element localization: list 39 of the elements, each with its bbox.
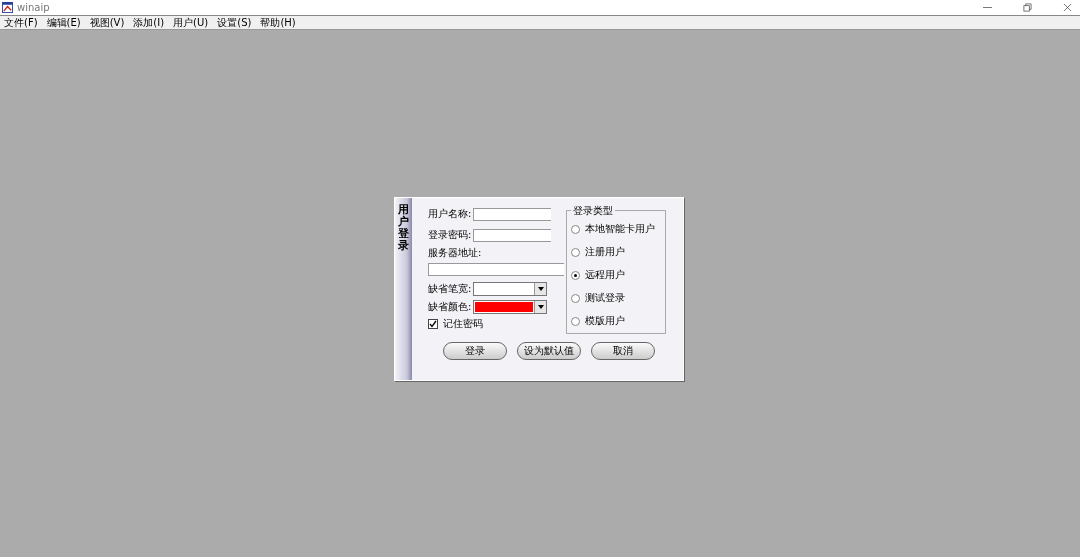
radio-label: 注册用户 (585, 245, 625, 259)
radio-button[interactable] (571, 293, 580, 303)
checkbox[interactable] (428, 318, 438, 329)
field-label: 缺省笔宽: (428, 281, 472, 296)
radio-label: 模版用户 (585, 314, 625, 328)
menu-item[interactable]: 用户(U) (173, 15, 209, 30)
input-field[interactable] (473, 228, 552, 242)
menu-item[interactable]: 文件(F) (4, 15, 38, 30)
caret-icon (537, 286, 544, 291)
radio-label: 测试登录 (585, 291, 625, 305)
group-title: 登录类型 (572, 203, 614, 218)
radio-button[interactable] (571, 224, 580, 234)
window-title: winaip (17, 2, 50, 13)
menu-item[interactable]: 编辑(E) (46, 15, 81, 30)
radio-label: 本地智能卡用户 (585, 222, 655, 236)
radio-label: 远程用户 (585, 268, 625, 282)
close-icon[interactable] (1063, 3, 1072, 12)
radio-button[interactable] (571, 270, 580, 280)
dropdown[interactable] (473, 281, 548, 296)
field-label: 用户名称: (428, 207, 472, 221)
checkbox-label: 记住密码 (443, 316, 483, 331)
field-label: 登录密码: (428, 228, 472, 242)
radio-button[interactable] (571, 247, 580, 257)
field-label: 服务器地址: (428, 245, 483, 260)
menu-item[interactable]: 添加(I) (133, 15, 165, 30)
dropdown[interactable] (473, 299, 548, 314)
dialog-title: 用户登录 (398, 203, 409, 252)
input-field[interactable] (473, 207, 552, 221)
menu-item[interactable]: 帮助(H) (260, 15, 296, 30)
caret-icon (537, 304, 544, 309)
field-label: 缺省颜色: (428, 299, 472, 314)
dialog-button[interactable]: 取消 (590, 341, 655, 360)
dialog-button[interactable]: 设为默认值 (516, 341, 581, 360)
restore-icon[interactable] (1023, 3, 1032, 12)
input-field[interactable] (428, 262, 564, 276)
radio-button[interactable] (571, 316, 580, 326)
menu-item[interactable]: 设置(S) (217, 15, 252, 30)
menu-item[interactable]: 视图(V) (89, 15, 125, 30)
dialog-button[interactable]: 登录 (442, 341, 507, 360)
